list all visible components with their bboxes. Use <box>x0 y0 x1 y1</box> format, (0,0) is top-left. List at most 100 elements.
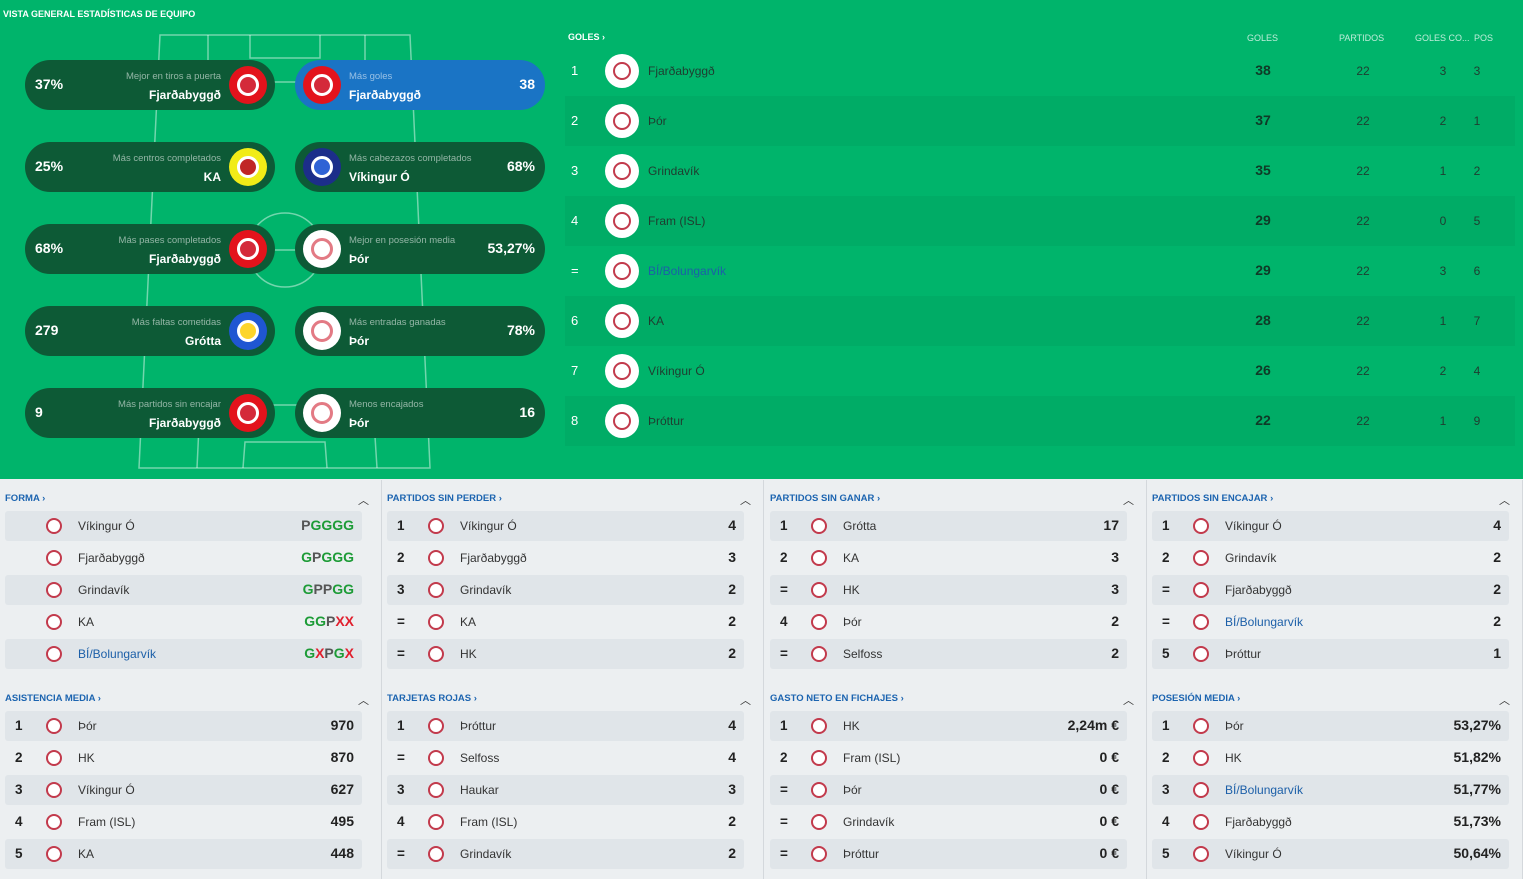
team-name[interactable]: Fram (ISL) <box>648 214 705 228</box>
list-item[interactable]: Fjarðabyggð GPGGG <box>5 543 362 573</box>
team-name[interactable]: Fjarðabyggð <box>78 551 145 565</box>
list-item[interactable]: 2 Grindavík 2 <box>1152 543 1509 573</box>
panel-title-link[interactable]: FORMA › <box>5 493 45 504</box>
team-name[interactable]: KA <box>78 615 94 629</box>
team-name[interactable]: KA <box>648 314 664 328</box>
team-name[interactable]: HK <box>843 719 860 733</box>
collapse-button[interactable]: ︿ <box>1123 492 1134 508</box>
stat-card[interactable]: 53,27% Mejor en posesión media Þór <box>295 224 545 274</box>
stat-team[interactable]: Þór <box>349 252 369 266</box>
team-name[interactable]: Fram (ISL) <box>460 815 517 829</box>
list-item[interactable]: KA GGPXX <box>5 607 362 637</box>
team-name[interactable]: Þór <box>648 114 667 128</box>
team-name[interactable]: Þór <box>843 615 862 629</box>
stat-card[interactable]: 68% Más pases completados Fjarðabyggð <box>25 224 275 274</box>
stat-card[interactable]: 78% Más entradas ganadas Þór <box>295 306 545 356</box>
stat-card[interactable]: 68% Más cabezazos completados Víkingur Ó <box>295 142 545 192</box>
team-name[interactable]: Grindavík <box>460 847 511 861</box>
list-item[interactable]: = BÍ/Bolungarvík 2 <box>1152 607 1509 637</box>
list-item[interactable]: = HK 3 <box>770 575 1127 605</box>
team-name[interactable]: Þróttur <box>460 719 496 733</box>
collapse-button[interactable]: ︿ <box>358 492 369 508</box>
team-name[interactable]: Grótta <box>843 519 876 533</box>
panel-title-link[interactable]: PARTIDOS SIN ENCAJAR › <box>1152 493 1273 504</box>
list-item[interactable]: 5 KA 448 <box>5 839 362 869</box>
team-name[interactable]: Víkingur Ó <box>78 783 135 797</box>
collapse-button[interactable]: ︿ <box>740 692 751 708</box>
team-name[interactable]: Víkingur Ó <box>648 364 705 378</box>
team-name[interactable]: Fjarðabyggð <box>460 551 527 565</box>
list-item[interactable]: 1 HK 2,24m € <box>770 711 1127 741</box>
team-name[interactable]: BÍ/Bolungarvík <box>1225 615 1303 629</box>
col-partidos[interactable]: PARTIDOS <box>1339 33 1384 43</box>
list-item[interactable]: 4 Fjarðabyggð 51,73% <box>1152 807 1509 837</box>
team-name[interactable]: HK <box>843 583 860 597</box>
list-item[interactable]: = Selfoss 4 <box>387 743 744 773</box>
team-name[interactable]: Víkingur Ó <box>460 519 517 533</box>
goals-title-link[interactable]: GOLES › <box>568 32 605 42</box>
col-goles[interactable]: GOLES <box>1247 33 1278 43</box>
collapse-button[interactable]: ︿ <box>740 492 751 508</box>
list-item[interactable]: 5 Víkingur Ó 50,64% <box>1152 839 1509 869</box>
team-name[interactable]: KA <box>843 551 859 565</box>
team-name[interactable]: BÍ/Bolungarvík <box>1225 783 1303 797</box>
collapse-button[interactable]: ︿ <box>1499 492 1510 508</box>
team-name[interactable]: Þróttur <box>843 847 879 861</box>
stat-card[interactable]: 279 Más faltas cometidas Grótta <box>25 306 275 356</box>
list-item[interactable]: = KA 2 <box>387 607 744 637</box>
list-item[interactable]: 3 Haukar 3 <box>387 775 744 805</box>
stat-card[interactable]: 16 Menos encajados Þór <box>295 388 545 438</box>
team-name[interactable]: HK <box>78 751 95 765</box>
list-item[interactable]: = Þór 0 € <box>770 775 1127 805</box>
team-name[interactable]: Fjarðabyggð <box>1225 815 1292 829</box>
stat-card[interactable]: 25% Más centros completados KA <box>25 142 275 192</box>
stat-card[interactable]: 38 Más goles Fjarðabyggð <box>295 60 545 110</box>
table-row[interactable]: 6 KA 28 22 1 7 <box>565 296 1515 346</box>
collapse-button[interactable]: ︿ <box>1123 692 1134 708</box>
team-name[interactable]: BÍ/Bolungarvík <box>78 647 156 661</box>
list-item[interactable]: 1 Þór 53,27% <box>1152 711 1509 741</box>
team-name[interactable]: Grindavík <box>78 583 129 597</box>
team-name[interactable]: Fjarðabyggð <box>648 64 715 78</box>
panel-title-link[interactable]: GASTO NETO EN FICHAJES › <box>770 693 904 704</box>
col-goles-contra[interactable]: GOLES CO... <box>1415 33 1470 43</box>
table-row[interactable]: 8 Þróttur 22 22 1 9 <box>565 396 1515 446</box>
panel-title-link[interactable]: ASISTENCIA MEDIA › <box>5 693 101 704</box>
table-row[interactable]: 1 Fjarðabyggð 38 22 3 3 <box>565 46 1515 96</box>
team-name[interactable]: KA <box>460 615 476 629</box>
stat-team[interactable]: Víkingur Ó <box>349 170 410 184</box>
stat-team[interactable]: Þór <box>349 334 369 348</box>
col-pos[interactable]: POS <box>1474 33 1493 43</box>
team-name[interactable]: Grindavík <box>648 164 699 178</box>
collapse-button[interactable]: ︿ <box>358 692 369 708</box>
panel-title-link[interactable]: PARTIDOS SIN GANAR › <box>770 493 880 504</box>
stat-card[interactable]: 37% Mejor en tiros a puerta Fjarðabyggð <box>25 60 275 110</box>
list-item[interactable]: = Grindavík 0 € <box>770 807 1127 837</box>
team-name[interactable]: Þróttur <box>648 414 684 428</box>
stat-team[interactable]: Fjarðabyggð <box>149 88 221 102</box>
list-item[interactable]: 4 Fram (ISL) 2 <box>387 807 744 837</box>
team-name[interactable]: Þór <box>843 783 862 797</box>
collapse-button[interactable]: ︿ <box>1499 692 1510 708</box>
table-row[interactable]: 7 Víkingur Ó 26 22 2 4 <box>565 346 1515 396</box>
team-name[interactable]: Víkingur Ó <box>1225 519 1282 533</box>
team-name[interactable]: Selfoss <box>843 647 882 661</box>
list-item[interactable]: 4 Fram (ISL) 495 <box>5 807 362 837</box>
team-name[interactable]: KA <box>78 847 94 861</box>
team-name[interactable]: Þór <box>78 719 97 733</box>
list-item[interactable]: = Grindavík 2 <box>387 839 744 869</box>
team-name[interactable]: Grindavík <box>843 815 894 829</box>
list-item[interactable]: 3 BÍ/Bolungarvík 51,77% <box>1152 775 1509 805</box>
list-item[interactable]: 1 Þór 970 <box>5 711 362 741</box>
stat-team[interactable]: Fjarðabyggð <box>149 416 221 430</box>
team-name[interactable]: Þór <box>1225 719 1244 733</box>
team-name[interactable]: Fjarðabyggð <box>1225 583 1292 597</box>
panel-title-link[interactable]: TARJETAS ROJAS › <box>387 693 477 704</box>
list-item[interactable]: = Fjarðabyggð 2 <box>1152 575 1509 605</box>
team-name[interactable]: Fram (ISL) <box>78 815 135 829</box>
team-name[interactable]: Þróttur <box>1225 647 1261 661</box>
team-name[interactable]: Grindavík <box>460 583 511 597</box>
list-item[interactable]: 1 Þróttur 4 <box>387 711 744 741</box>
list-item[interactable]: 1 Grótta 17 <box>770 511 1127 541</box>
list-item[interactable]: 5 Þróttur 1 <box>1152 639 1509 669</box>
